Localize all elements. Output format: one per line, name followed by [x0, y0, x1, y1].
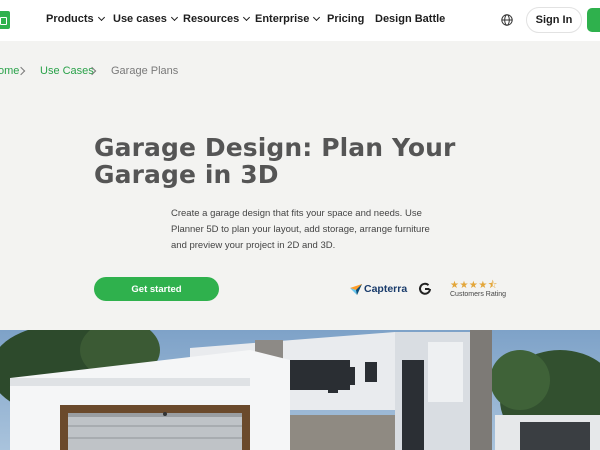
page-title: Garage Design: Plan Your Garage in 3D	[94, 133, 456, 189]
nav-resources[interactable]: Resources	[183, 13, 251, 25]
sign-in-button[interactable]: Sign In	[526, 7, 582, 33]
chevron-down-icon	[97, 13, 105, 22]
breadcrumb-use-cases[interactable]: Use Cases	[40, 65, 94, 77]
nav-products-label: Products	[46, 13, 94, 25]
hero-description: Create a garage design that fits your sp…	[171, 208, 430, 251]
g2-logo-icon[interactable]	[418, 282, 432, 296]
nav-pricing-label: Pricing	[327, 13, 365, 25]
breadcrumb-current-page: Garage Plans	[111, 65, 179, 77]
nav-design-battle[interactable]: Design Battle	[375, 13, 445, 25]
garage-house-render-image	[0, 330, 600, 450]
capterra-logo-icon	[350, 283, 362, 295]
capterra-label: Capterra	[364, 283, 408, 295]
capterra-badge[interactable]: Capterra	[350, 283, 407, 295]
nav-use-cases[interactable]: Use cases	[113, 13, 178, 25]
get-started-header-button[interactable]	[587, 8, 600, 32]
nav-design-battle-label: Design Battle	[375, 13, 446, 25]
get-started-button[interactable]: Get started	[94, 277, 219, 301]
nav-enterprise-label: Enterprise	[255, 13, 310, 25]
customers-rating-label: Customers Rating	[450, 291, 507, 298]
chevron-down-icon	[170, 13, 178, 22]
top-navigation-bar: Products Use cases Resources Enterprise …	[0, 0, 600, 41]
nav-use-cases-label: Use cases	[113, 13, 167, 25]
chevron-down-icon	[313, 13, 321, 22]
nav-resources-label: Resources	[183, 13, 240, 25]
nav-products[interactable]: Products	[46, 13, 105, 25]
nav-enterprise[interactable]: Enterprise	[255, 13, 321, 25]
chevron-down-icon	[243, 13, 251, 22]
globe-icon[interactable]	[501, 14, 513, 26]
nav-pricing[interactable]: Pricing	[327, 13, 364, 25]
planner5d-logo-icon[interactable]	[0, 11, 10, 29]
